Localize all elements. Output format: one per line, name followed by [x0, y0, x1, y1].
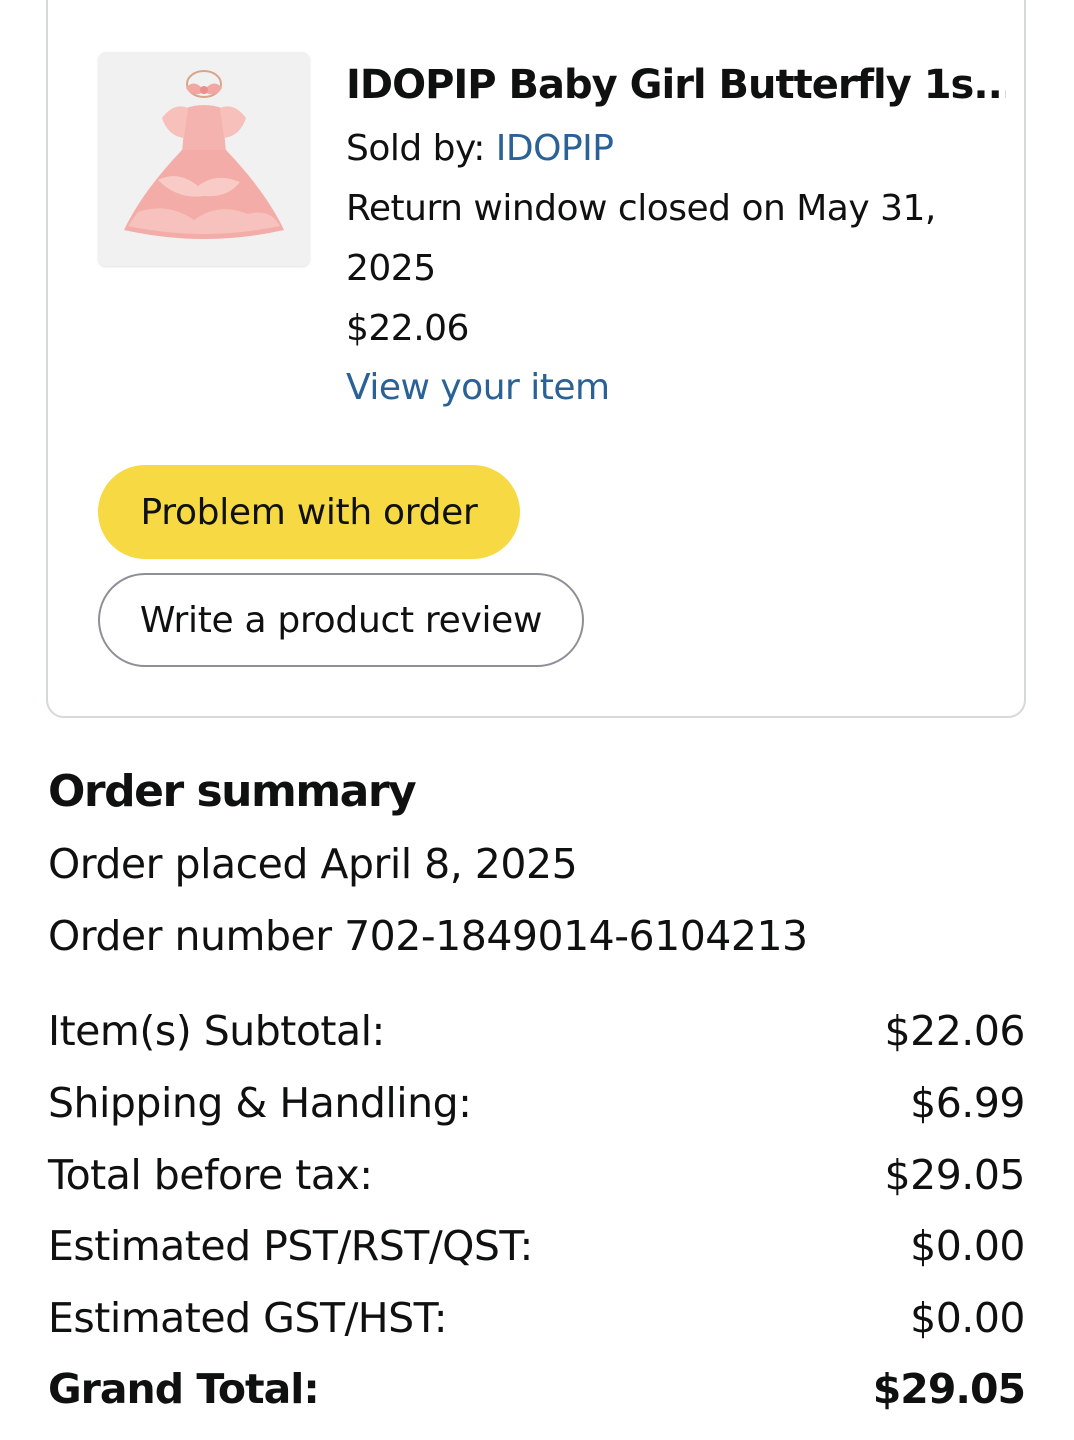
product-thumbnail[interactable]	[98, 52, 310, 266]
summary-row-pst: Estimated PST/RST/QST: $0.00	[48, 1222, 1025, 1270]
order-placed-date: Order placed April 8, 2025	[48, 840, 578, 888]
summary-row-total-before-tax: Total before tax: $29.05	[48, 1151, 1026, 1199]
row-label: Estimated GST/HST:	[48, 1294, 448, 1342]
summary-row-gst: Estimated GST/HST: $0.00	[48, 1294, 1025, 1342]
return-window-line-2: 2025	[346, 248, 436, 289]
summary-row-subtotal: Item(s) Subtotal: $22.06	[48, 1007, 1026, 1055]
sold-by-line: Sold by: IDOPIP	[346, 119, 614, 179]
return-window-line-1: Return window closed on May 31,	[346, 188, 936, 229]
order-number: Order number 702-1849014-6104213	[48, 912, 808, 960]
row-value: $29.05	[884, 1151, 1026, 1199]
row-value: $6.99	[910, 1079, 1025, 1127]
problem-with-order-button[interactable]: Problem with order	[98, 465, 520, 559]
summary-row-shipping: Shipping & Handling: $6.99	[48, 1079, 1025, 1127]
row-value: $0.00	[910, 1222, 1025, 1270]
seller-link[interactable]: IDOPIP	[496, 128, 614, 169]
row-label: Estimated PST/RST/QST:	[48, 1222, 533, 1270]
summary-row-grand-total: Grand Total: $29.05	[48, 1365, 1026, 1413]
row-label: Total before tax:	[48, 1151, 373, 1199]
item-title[interactable]: IDOPIP Baby Girl Butterfly 1s...	[346, 62, 1006, 108]
row-label: Item(s) Subtotal:	[48, 1007, 385, 1055]
row-label: Shipping & Handling:	[48, 1079, 472, 1127]
row-value: $29.05	[872, 1365, 1026, 1413]
row-label: Grand Total:	[48, 1365, 320, 1413]
item-price: $22.06	[346, 308, 469, 349]
view-item-link[interactable]: View your item	[346, 358, 610, 418]
row-value: $22.06	[884, 1007, 1026, 1055]
order-summary-title: Order summary	[48, 766, 417, 817]
write-review-button[interactable]: Write a product review	[98, 573, 584, 667]
sold-by-label: Sold by:	[346, 128, 485, 169]
dress-image	[98, 52, 310, 266]
row-value: $0.00	[910, 1294, 1025, 1342]
